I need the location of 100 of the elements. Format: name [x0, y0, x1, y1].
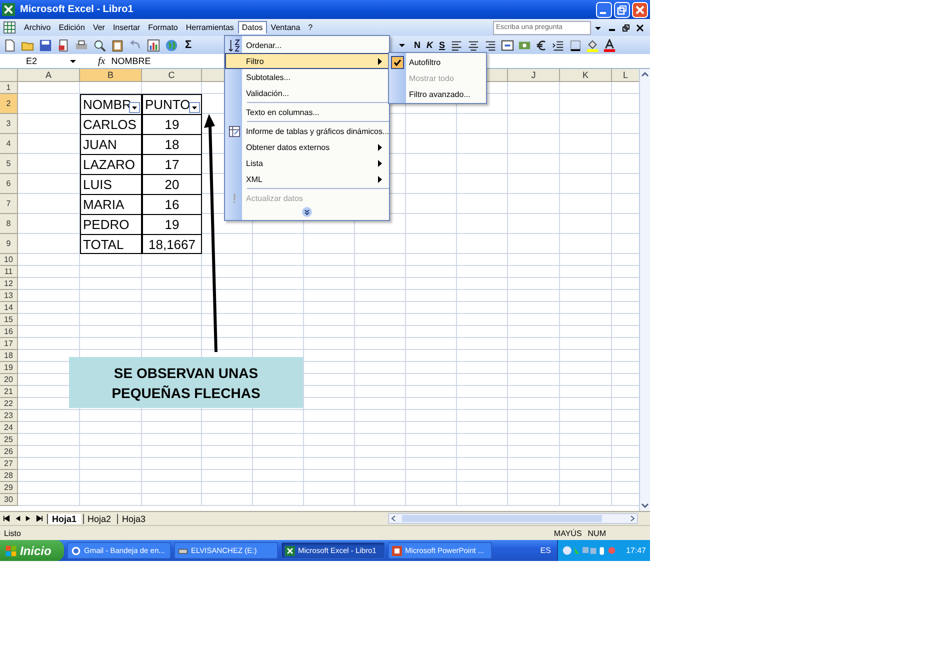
row-header[interactable]: 1 [0, 82, 18, 94]
font-color-icon[interactable] [603, 38, 616, 52]
new-document-icon[interactable] [3, 38, 16, 52]
row-header[interactable]: 19 [0, 362, 18, 374]
menu-item[interactable]: ? [304, 21, 317, 34]
align-center-icon[interactable] [467, 38, 480, 52]
menu-option[interactable]: Obtener datos externos [225, 139, 389, 155]
menu-item[interactable]: Edición [54, 21, 89, 34]
format-button[interactable]: S [438, 40, 446, 50]
borders-icon[interactable] [569, 38, 582, 52]
row-header[interactable]: 16 [0, 326, 18, 338]
menu-option[interactable]: Lista [225, 155, 389, 171]
row-header[interactable]: 15 [0, 314, 18, 326]
column-header[interactable]: K [560, 69, 612, 82]
row-header[interactable]: 23 [0, 410, 18, 422]
menu-item[interactable]: Formato [144, 21, 182, 34]
menu-item[interactable]: Herramientas [182, 21, 238, 34]
first-sheet-icon[interactable] [3, 515, 10, 522]
restore-button[interactable] [614, 2, 630, 18]
menu-option[interactable]: Ordenar... [225, 37, 389, 53]
menu-option[interactable]: XML [225, 171, 389, 187]
previous-sheet-icon[interactable] [14, 515, 21, 522]
column-header[interactable]: A [18, 69, 80, 82]
globe-icon[interactable] [165, 38, 178, 52]
merge-cells-icon[interactable] [501, 38, 514, 52]
euro-icon[interactable] [535, 38, 548, 52]
clipboard-icon[interactable] [111, 38, 124, 52]
menu-option[interactable]: Informe de tablas y gráficos dinámicos... [225, 123, 389, 139]
menu-item[interactable]: Ver [88, 21, 109, 34]
row-header[interactable]: 4 [0, 134, 18, 154]
row-header[interactable]: 21 [0, 386, 18, 398]
row-header[interactable]: 17 [0, 338, 18, 350]
filter-dropdown-button[interactable] [189, 102, 200, 113]
row-header[interactable]: 22 [0, 398, 18, 410]
column-header[interactable]: C [142, 69, 202, 82]
row-header[interactable]: 13 [0, 290, 18, 302]
sheet-tab[interactable]: Hoja1 [47, 514, 81, 524]
dropdown-arrow-icon[interactable] [69, 57, 77, 65]
row-header[interactable]: 7 [0, 194, 18, 214]
menu-option[interactable]: Autofiltro [389, 54, 486, 70]
fill-color-icon[interactable] [586, 38, 600, 52]
vertical-scrollbar[interactable] [639, 69, 650, 511]
scroll-up-icon[interactable] [641, 71, 649, 79]
row-header[interactable]: 28 [0, 470, 18, 482]
align-left-icon[interactable] [450, 38, 464, 52]
document-icon[interactable] [57, 38, 70, 52]
menu-option[interactable]: Filtro [225, 53, 389, 69]
column-header[interactable]: B [80, 69, 142, 82]
row-header[interactable]: 29 [0, 482, 18, 494]
row-header[interactable]: 24 [0, 422, 18, 434]
column-header[interactable]: L [612, 69, 640, 82]
next-sheet-icon[interactable] [25, 515, 32, 522]
close-button[interactable] [632, 2, 648, 18]
column-header[interactable]: J [508, 69, 560, 82]
row-header[interactable]: 27 [0, 458, 18, 470]
name-box[interactable]: E2 [0, 56, 66, 66]
row-header[interactable]: 12 [0, 278, 18, 290]
indent-icon[interactable] [552, 38, 566, 52]
insert-function-button[interactable]: fx [98, 56, 106, 66]
sheet-tab[interactable]: Hoja2 [82, 514, 116, 524]
magnifier-icon[interactable] [93, 38, 106, 52]
menu-item[interactable]: Datos [238, 21, 267, 34]
autosum-button[interactable]: Σ [183, 39, 194, 51]
menu-option[interactable]: Texto en columnas... [225, 104, 389, 120]
chart-icon[interactable] [147, 38, 160, 52]
close-icon[interactable] [636, 24, 644, 32]
menu-item[interactable]: Archivo [20, 21, 55, 34]
row-header[interactable]: 9 [0, 234, 18, 254]
save-icon[interactable] [39, 38, 52, 52]
row-header[interactable]: 3 [0, 114, 18, 134]
menu-item[interactable]: Insertar [108, 21, 144, 34]
row-header[interactable]: 6 [0, 174, 18, 194]
row-header[interactable]: 25 [0, 434, 18, 446]
row-header[interactable]: 26 [0, 446, 18, 458]
row-header[interactable]: 18 [0, 350, 18, 362]
format-button[interactable]: K [426, 40, 434, 50]
restore-icon[interactable] [622, 24, 630, 32]
menu-item[interactable]: Ventana [266, 21, 304, 34]
minimize-button[interactable] [596, 2, 612, 18]
row-header[interactable]: 30 [0, 494, 18, 506]
row-header[interactable]: 11 [0, 266, 18, 278]
row-header[interactable]: 8 [0, 214, 18, 234]
row-header[interactable]: 14 [0, 302, 18, 314]
expand-chevron-icon[interactable] [302, 207, 312, 217]
printer-icon[interactable] [75, 38, 88, 52]
sheet-tab[interactable]: Hoja3 [117, 514, 150, 524]
row-header[interactable]: 5 [0, 154, 18, 174]
row-header[interactable]: 10 [0, 254, 18, 266]
align-right-icon[interactable] [484, 38, 498, 52]
filter-dropdown-button[interactable] [129, 102, 140, 113]
format-button[interactable]: N [413, 40, 422, 50]
row-header[interactable]: 20 [0, 374, 18, 386]
scroll-down-icon[interactable] [641, 501, 649, 509]
last-sheet-icon[interactable] [36, 515, 43, 522]
row-header[interactable]: 2 [0, 94, 18, 114]
horizontal-scrollbar[interactable] [388, 513, 638, 524]
dropdown-arrow-icon[interactable] [398, 41, 406, 49]
language-indicator[interactable]: ES [540, 546, 551, 555]
menu-option[interactable]: Subtotales... [225, 69, 389, 85]
menu-option[interactable]: Validación... [225, 85, 389, 101]
